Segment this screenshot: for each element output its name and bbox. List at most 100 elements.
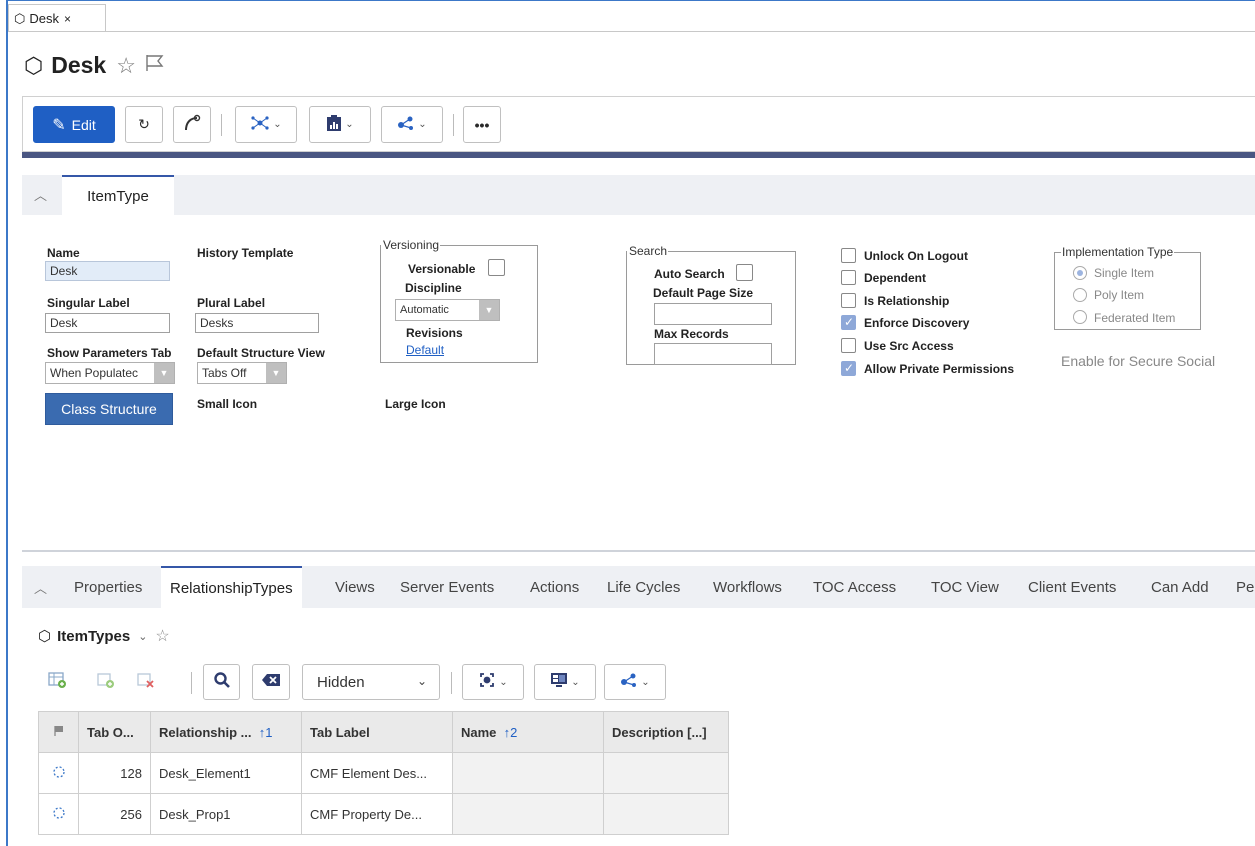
select-menu-button[interactable]: ⌄ <box>462 664 524 700</box>
description-cell[interactable] <box>603 752 729 794</box>
enforce-discovery-checkbox[interactable] <box>841 315 856 330</box>
poly-item-radio[interactable] <box>1073 288 1087 302</box>
use-src-access-checkbox[interactable] <box>841 338 856 353</box>
enable-secure-social-label[interactable]: Enable for Secure Social <box>1061 353 1215 369</box>
default-page-size-field[interactable] <box>654 303 772 325</box>
search-button[interactable] <box>203 664 240 700</box>
page-title-text: Desk <box>51 52 107 78</box>
unlock-on-logout-label: Unlock On Logout <box>864 249 968 263</box>
chevron-down-icon: ⌄ <box>345 119 354 130</box>
column-header-name[interactable]: Name ↑2 <box>452 711 604 753</box>
tab-strip-divider <box>8 31 1255 32</box>
tab-can-add[interactable]: Can Add <box>1151 566 1209 608</box>
name-cell[interactable] <box>452 752 604 794</box>
column-header-name-label: Name <box>461 724 497 740</box>
share-menu-button[interactable]: ⌄ <box>604 664 666 700</box>
edit-button[interactable]: ✎ Edit <box>33 106 115 143</box>
target-select-icon <box>478 671 496 693</box>
tab-label-cell[interactable]: CMF Property De... <box>301 793 453 835</box>
tab-relationshiptypes[interactable]: RelationshipTypes <box>161 566 302 608</box>
refresh-button[interactable]: ↻ <box>125 106 163 143</box>
show-parameters-tab-value: When Populatec <box>50 366 139 380</box>
delete-relationship-button[interactable] <box>132 664 160 700</box>
clear-search-button[interactable] <box>252 664 290 700</box>
lifecycle-icon <box>183 114 201 135</box>
column-header-tab-order[interactable]: Tab O... <box>78 711 151 753</box>
auto-search-checkbox[interactable] <box>736 264 753 281</box>
document-tab-desk[interactable]: ⬡ Desk × <box>8 4 106 32</box>
section-divider <box>22 550 1255 552</box>
versionable-checkbox[interactable] <box>488 259 505 276</box>
chevron-down-icon[interactable]: ⌄ <box>138 630 147 643</box>
tab-client-events[interactable]: Client Events <box>1028 566 1116 608</box>
column-header-description[interactable]: Description [...] <box>603 711 729 753</box>
table-row[interactable]: 128 Desk_Element1 CMF Element Des... <box>38 752 729 794</box>
relationship-cell[interactable]: Desk_Element1 <box>150 752 302 794</box>
pick-related-button[interactable] <box>92 664 120 700</box>
delete-row-icon <box>136 671 156 693</box>
grid-title-text[interactable]: ItemTypes <box>57 628 130 645</box>
tab-properties[interactable]: Properties <box>74 566 142 608</box>
sort-order-2: 2 <box>510 724 518 740</box>
structure-menu-button[interactable]: ⌄ <box>235 106 297 143</box>
name-field[interactable]: Desk <box>45 261 170 281</box>
tab-server-events[interactable]: Server Events <box>400 566 494 608</box>
tab-overflow[interactable]: Pe <box>1236 566 1254 608</box>
itemtype-hexagon-icon: ⬡ <box>38 628 52 645</box>
plural-label-field[interactable]: Desks <box>195 313 319 333</box>
unlock-on-logout-checkbox[interactable] <box>841 248 856 263</box>
allow-private-permissions-checkbox[interactable] <box>841 361 856 376</box>
tab-toc-access[interactable]: TOC Access <box>813 566 896 608</box>
class-structure-button[interactable]: Class Structure <box>45 393 173 425</box>
allow-private-permissions-label: Allow Private Permissions <box>864 362 1015 376</box>
views-menu-button[interactable]: ⌄ <box>534 664 596 700</box>
single-item-radio[interactable] <box>1073 266 1087 280</box>
dropdown-arrow-icon: ▼ <box>479 300 499 320</box>
singular-label-label: Singular Label <box>47 296 130 310</box>
collapse-caret-icon[interactable]: ︿ <box>34 578 47 597</box>
favorite-star-icon[interactable]: ☆ <box>116 53 136 79</box>
close-icon[interactable]: × <box>64 12 71 26</box>
federated-item-radio[interactable] <box>1073 310 1087 324</box>
row-status-cell[interactable] <box>38 793 79 835</box>
tab-workflows[interactable]: Workflows <box>713 566 782 608</box>
tab-life-cycles[interactable]: Life Cycles <box>607 566 680 608</box>
column-header-relationship[interactable]: Relationship ... ↑1 <box>150 711 302 753</box>
dependent-label: Dependent <box>864 271 927 285</box>
chevron-down-icon: ⌄ <box>416 674 427 688</box>
table-row[interactable]: 256 Desk_Prop1 CMF Property De... <box>38 793 729 835</box>
tab-label-cell[interactable]: CMF Element Des... <box>301 752 453 794</box>
relationshiptypes-grid: Tab O... Relationship ... ↑1 Tab Label N… <box>38 711 729 835</box>
reports-menu-button[interactable]: ⌄ <box>309 106 371 143</box>
default-structure-view-select[interactable]: Tabs Off ▼ <box>197 362 287 384</box>
tab-order-cell[interactable]: 128 <box>78 752 151 794</box>
more-options-button[interactable]: ••• <box>463 106 501 143</box>
description-cell[interactable] <box>603 793 729 835</box>
column-header-tab-label[interactable]: Tab Label <box>301 711 453 753</box>
relationship-tabs-bar: ︿ Properties RelationshipTypes Views Ser… <box>22 566 1255 608</box>
collapse-caret-icon[interactable]: ︿ <box>34 185 47 204</box>
share-menu-button[interactable]: ⌄ <box>381 106 443 143</box>
tab-toc-view[interactable]: TOC View <box>931 566 999 608</box>
lifecycle-button[interactable] <box>173 106 211 143</box>
is-relationship-checkbox[interactable] <box>841 293 856 308</box>
favorite-star-icon[interactable]: ☆ <box>155 626 169 646</box>
discipline-select[interactable]: Automatic ▼ <box>395 299 500 321</box>
show-parameters-tab-select[interactable]: When Populatec ▼ <box>45 362 175 384</box>
tab-order-cell[interactable]: 256 <box>78 793 151 835</box>
new-relationship-button[interactable] <box>44 664 72 700</box>
row-status-cell[interactable] <box>38 752 79 794</box>
name-cell[interactable] <box>452 793 604 835</box>
tab-views[interactable]: Views <box>335 566 375 608</box>
tab-actions[interactable]: Actions <box>530 566 579 608</box>
search-mode-select[interactable]: Hidden ⌄ <box>302 664 440 700</box>
tab-itemtype[interactable]: ItemType <box>62 175 174 215</box>
max-records-field[interactable] <box>654 343 772 365</box>
dependent-checkbox[interactable] <box>841 270 856 285</box>
relationship-cell[interactable]: Desk_Prop1 <box>150 793 302 835</box>
flag-column-header[interactable] <box>38 711 79 753</box>
refresh-icon: ↻ <box>138 116 150 132</box>
singular-label-field[interactable]: Desk <box>45 313 170 333</box>
flag-icon[interactable] <box>144 52 166 79</box>
revisions-link[interactable]: Default <box>406 343 444 357</box>
